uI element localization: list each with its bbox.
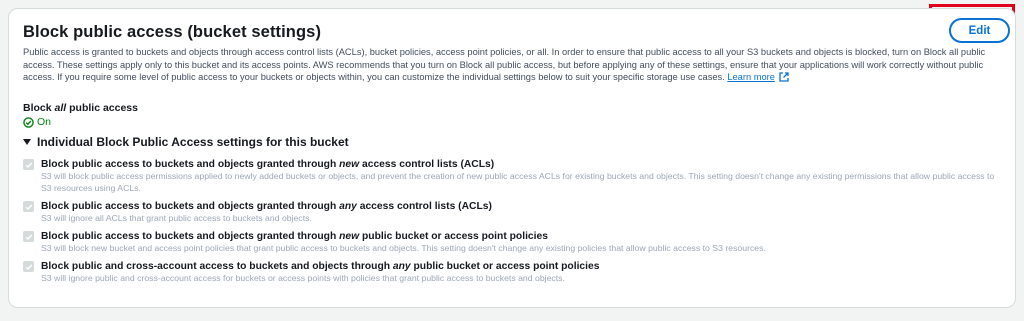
checkmark-icon — [25, 264, 32, 270]
setting-label-pre: Block public access to buckets and objec… — [41, 231, 340, 242]
setting-label-emph: new — [339, 159, 360, 170]
setting-label-post: access control lists (ACLs) — [359, 159, 495, 170]
setting-label-post: public bucket or access point policies — [359, 231, 548, 242]
block-all-suffix: public access — [66, 102, 138, 114]
setting-item: Block public access to buckets and objec… — [23, 200, 1013, 225]
setting-description: S3 will block new bucket and access poin… — [41, 243, 766, 253]
block-all-prefix: Block — [23, 102, 55, 114]
external-link-icon[interactable] — [779, 72, 790, 86]
individual-settings-expander[interactable]: Individual Block Public Access settings … — [23, 135, 349, 149]
setting-label-post: access control lists (ACLs) — [356, 201, 492, 212]
checkmark-icon — [25, 162, 32, 168]
panel-description: Public access is granted to buckets and … — [23, 46, 1008, 86]
learn-more-link[interactable]: Learn more — [727, 72, 775, 82]
description-text: Public access is granted to buckets and … — [23, 47, 986, 83]
setting-label-pre: Block public and cross-account access to… — [41, 261, 393, 272]
setting-description: S3 will ignore public and cross-account … — [41, 273, 565, 283]
caret-down-icon — [23, 139, 31, 145]
checkmark-icon — [25, 204, 32, 210]
checkbox-disabled-checked — [23, 261, 34, 272]
setting-label-pre: Block public access to buckets and objec… — [41, 159, 340, 170]
setting-label-emph: any — [392, 261, 411, 272]
check-circle-icon — [23, 116, 34, 128]
checkbox-disabled-checked — [23, 231, 34, 242]
checkmark-icon — [25, 234, 32, 240]
setting-label: Block public access to buckets and objec… — [41, 158, 494, 171]
setting-item: Block public access to buckets and objec… — [23, 230, 1013, 255]
setting-label-post: public bucket or access point policies — [410, 261, 600, 272]
setting-label-emph: any — [339, 201, 357, 212]
block-all-status: On — [23, 116, 51, 128]
setting-item: Block public access to buckets and objec… — [23, 158, 1013, 194]
checkbox-disabled-checked — [23, 159, 34, 170]
setting-item: Block public and cross-account access to… — [23, 260, 1013, 285]
edit-button[interactable]: Edit — [949, 18, 1010, 43]
setting-label: Block public access to buckets and objec… — [41, 200, 492, 213]
expander-label: Individual Block Public Access settings … — [37, 135, 349, 149]
setting-description: S3 will ignore all ACLs that grant publi… — [41, 213, 312, 223]
block-public-access-panel: Block public access (bucket settings) Ed… — [8, 8, 1016, 308]
panel-title: Block public access (bucket settings) — [23, 23, 322, 41]
setting-description: S3 will block public access permissions … — [41, 171, 995, 193]
setting-label-emph: new — [339, 231, 360, 242]
setting-label: Block public and cross-account access to… — [41, 260, 599, 273]
setting-label: Block public access to buckets and objec… — [41, 230, 548, 243]
block-all-label: Block all public access — [23, 102, 138, 114]
status-text: On — [37, 116, 52, 128]
checkbox-disabled-checked — [23, 201, 34, 212]
setting-label-pre: Block public access to buckets and objec… — [41, 201, 340, 212]
block-all-emph: all — [54, 102, 67, 114]
